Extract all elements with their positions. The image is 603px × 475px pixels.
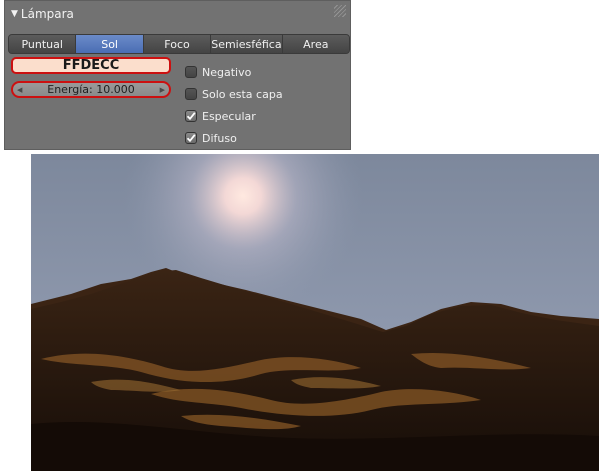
tab-area[interactable]: Area <box>282 35 349 53</box>
checkmark-icon[interactable] <box>185 110 197 122</box>
lamp-color-field[interactable]: FFDECC <box>11 57 171 74</box>
terrain-render-image <box>31 154 599 471</box>
checkbox-label: Difuso <box>202 131 237 145</box>
render-preview <box>31 154 599 471</box>
checkbox-solo-esta-capa[interactable]: Solo esta capa <box>185 83 283 105</box>
checkmark-icon[interactable] <box>185 132 197 144</box>
checkbox-label: Negativo <box>202 65 252 79</box>
checkbox-especular[interactable]: Especular <box>185 105 283 127</box>
energy-slider[interactable]: ◀ Energía: 10.000 ▶ <box>11 81 171 98</box>
tab-semiesferica[interactable]: Semiesféfica <box>211 35 283 53</box>
triangle-down-icon[interactable]: ▼ <box>11 9 18 19</box>
checkbox-label: Solo esta capa <box>202 87 283 101</box>
checkbox-unchecked-icon[interactable] <box>185 66 197 78</box>
increment-arrow-icon[interactable]: ▶ <box>160 86 165 94</box>
checkbox-negativo[interactable]: Negativo <box>185 61 283 83</box>
checkbox-unchecked-icon[interactable] <box>185 88 197 100</box>
panel-header[interactable]: ▼ Lámpara <box>5 1 350 27</box>
tab-sol[interactable]: Sol <box>76 35 144 53</box>
lamp-type-tabs: Puntual Sol Foco Semiesféfica Area <box>8 34 350 54</box>
lamp-panel: ▼ Lámpara Puntual Sol Foco Semiesféfica … <box>4 0 351 150</box>
panel-title: Lámpara <box>20 7 74 21</box>
tab-puntual[interactable]: Puntual <box>9 35 77 53</box>
tab-foco[interactable]: Foco <box>143 35 212 53</box>
decrement-arrow-icon[interactable]: ◀ <box>17 86 22 94</box>
drag-grip-icon[interactable] <box>334 5 346 17</box>
checkbox-label: Especular <box>202 109 256 123</box>
lamp-options: Negativo Solo esta capa Especular Difuso <box>185 61 283 149</box>
checkbox-difuso[interactable]: Difuso <box>185 127 283 149</box>
energy-label: Energía: 10.000 <box>47 83 135 96</box>
